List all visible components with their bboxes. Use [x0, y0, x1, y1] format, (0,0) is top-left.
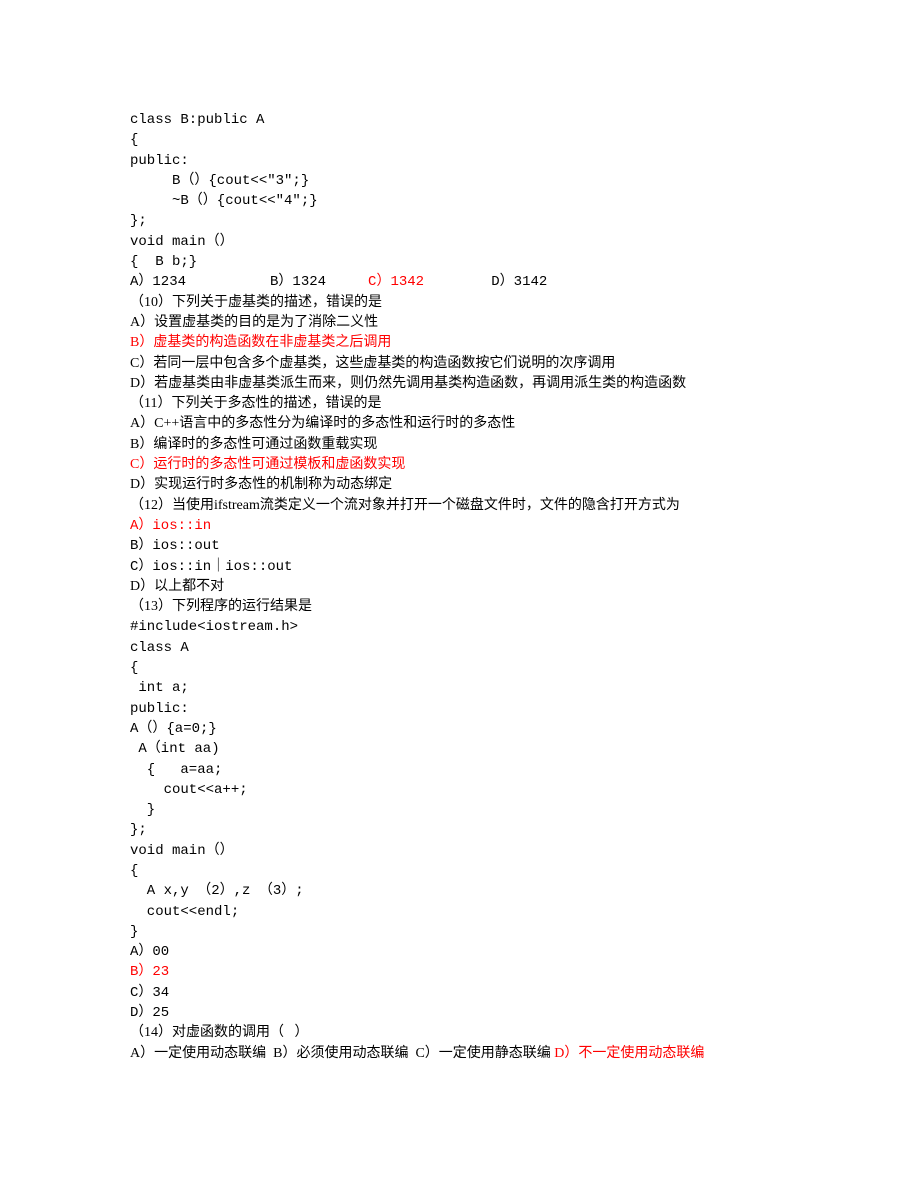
text-segment: A）一定使用动态联编 B）必须使用动态联编 C）一定使用静态联编 [130, 1046, 554, 1061]
text-line: B）23 [130, 962, 790, 982]
text-line: B（）{cout<<"3";} [130, 171, 790, 191]
text-line: A）设置虚基类的目的是为了消除二义性 [130, 313, 790, 333]
text-line: void main（） [130, 841, 790, 861]
text-line: } [130, 922, 790, 942]
text-line: D）实现运行时多态性的机制称为动态绑定 [130, 475, 790, 495]
text-line: class B:public A [130, 110, 790, 130]
text-line: D）若虚基类由非虚基类派生而来，则仍然先调用基类构造函数，再调用派生类的构造函数 [130, 374, 790, 394]
text-line: class A [130, 638, 790, 658]
text-segment: C）1342 [368, 274, 424, 290]
text-line: ~B（）{cout<<"4";} [130, 191, 790, 211]
text-line: （14）对虚函数的调用（ ） [130, 1023, 790, 1043]
text-line: A）一定使用动态联编 B）必须使用动态联编 C）一定使用静态联编 D）不一定使用… [130, 1044, 790, 1064]
text-segment: D）3142 [424, 274, 547, 290]
text-line: C）运行时的多态性可通过模板和虚函数实现 [130, 455, 790, 475]
text-line: public: [130, 699, 790, 719]
text-line: void main（） [130, 232, 790, 252]
text-segment: A）1234 B）1324 [130, 274, 368, 290]
text-line: （10）下列关于虚基类的描述，错误的是 [130, 293, 790, 313]
text-line: } [130, 800, 790, 820]
text-line: cout<<endl; [130, 902, 790, 922]
text-segment: D）不一定使用动态联编 [554, 1046, 704, 1061]
text-line: C）ios::in｜ios::out [130, 557, 790, 577]
text-line: C）34 [130, 983, 790, 1003]
text-line: B）虚基类的构造函数在非虚基类之后调用 [130, 333, 790, 353]
text-line: A）C++语言中的多态性分为编译时的多态性和运行时的多态性 [130, 414, 790, 434]
text-line: int a; [130, 678, 790, 698]
text-line: { [130, 658, 790, 678]
text-line: }; [130, 211, 790, 231]
text-line: }; [130, 820, 790, 840]
text-line: B）编译时的多态性可通过函数重载实现 [130, 435, 790, 455]
text-line: A（）{a=0;} [130, 719, 790, 739]
document-body: class B:public A{public: B（）{cout<<"3";}… [130, 110, 790, 1064]
text-line: （13）下列程序的运行结果是 [130, 597, 790, 617]
text-line: D）25 [130, 1003, 790, 1023]
text-line: #include<iostream.h> [130, 617, 790, 637]
text-line: A x,y （2）,z （3）; [130, 881, 790, 901]
text-line: { B b;} [130, 252, 790, 272]
text-line: （11）下列关于多态性的描述，错误的是 [130, 394, 790, 414]
text-line: A）ios::in [130, 516, 790, 536]
text-line: { [130, 861, 790, 881]
text-line: public: [130, 151, 790, 171]
text-line: （12）当使用ifstream流类定义一个流对象并打开一个磁盘文件时，文件的隐含… [130, 496, 790, 516]
text-line: { [130, 130, 790, 150]
text-line: cout<<a++; [130, 780, 790, 800]
text-line: B）ios::out [130, 536, 790, 556]
text-line: A（int aa) [130, 739, 790, 759]
text-line: A）00 [130, 942, 790, 962]
text-line: D）以上都不对 [130, 577, 790, 597]
text-line: A）1234 B）1324 C）1342 D）3142 [130, 272, 790, 292]
text-line: { a=aa; [130, 760, 790, 780]
text-line: C）若同一层中包含多个虚基类，这些虚基类的构造函数按它们说明的次序调用 [130, 354, 790, 374]
